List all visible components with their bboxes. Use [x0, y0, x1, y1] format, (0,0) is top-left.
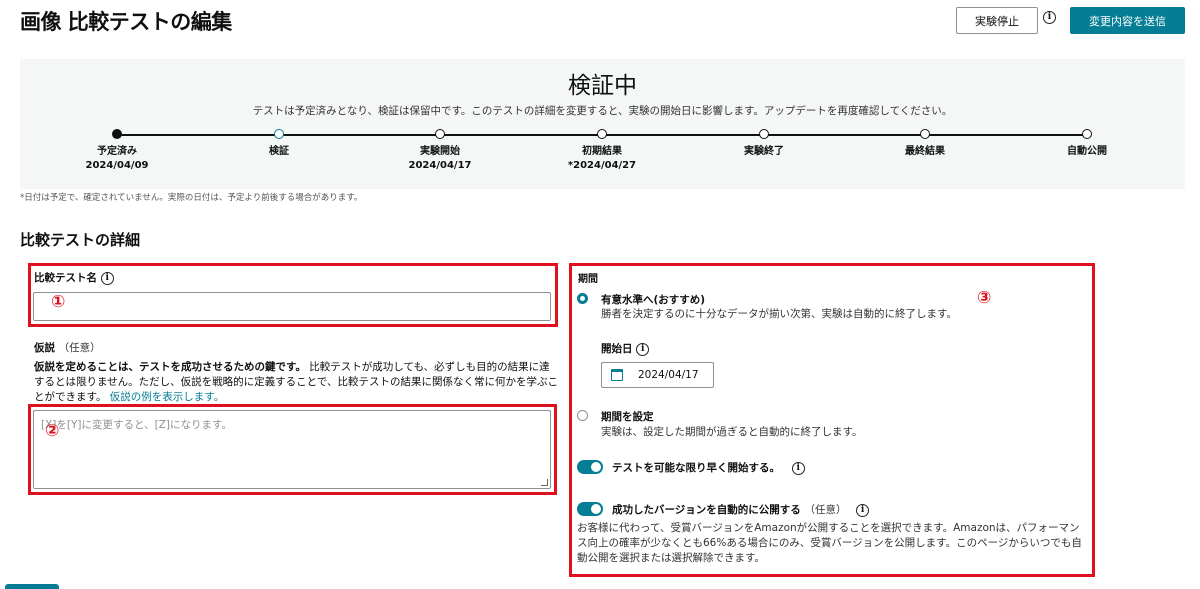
step-label: 初期結果 — [582, 146, 622, 157]
annotation-marker-1: ① — [51, 292, 66, 312]
start-date-value: 2024/04/17 — [638, 369, 699, 381]
toggle-auto-publish-text: 成功したバージョンを自動的に公開する — [612, 504, 801, 516]
test-name-label-text: 比較テスト名 — [34, 272, 97, 284]
optional-tag: （任意） — [58, 342, 101, 354]
test-name-label: 比較テスト名 i — [34, 270, 114, 285]
test-name-input[interactable] — [33, 292, 551, 321]
timeline-step-initial-results: 初期結果 *2024/04/27 — [542, 129, 662, 171]
annotation-marker-3: ③ — [977, 288, 992, 308]
step-date: 2024/04/17 — [408, 160, 472, 171]
hypothesis-label-text: 仮説 — [34, 342, 55, 354]
option-significance-title: 有意水準へ(おすすめ) — [601, 294, 706, 306]
radio-significance[interactable] — [577, 293, 588, 304]
date-footnote: *日付は予定で、確定されていません。実際の日付は、予定より前後する場合があります… — [20, 193, 363, 203]
optional-tag: （任意） — [804, 504, 847, 516]
timeline-step-scheduled: 予定済み 2024/04/09 — [57, 129, 177, 171]
hypothesis-examples-link[interactable]: 仮説の例を表示します。 — [110, 391, 224, 403]
timeline-dot — [920, 129, 930, 139]
timeline-step-start: 実験開始 2024/04/17 — [380, 129, 500, 171]
timeline-dot — [274, 129, 284, 139]
start-date-label: 開始日 i — [601, 341, 650, 356]
step-label: 検証 — [269, 146, 289, 157]
info-icon[interactable]: i — [636, 342, 650, 356]
status-message: テストは予定済みとなり、検証は保留中です。このテストの詳細を変更すると、実験の開… — [252, 105, 953, 117]
hypothesis-description: 仮説を定めることは、テストを成功させるための鍵です。 比較テストが成功しても、必… — [34, 360, 559, 405]
step-label: 実験終了 — [744, 146, 784, 157]
section-title: 比較テストの詳細 — [20, 231, 141, 249]
info-icon[interactable]: i — [856, 503, 870, 517]
option-duration-title: 期間を設定 — [601, 411, 654, 423]
step-label: 予定済み — [97, 146, 137, 157]
hypothesis-textarea[interactable]: [X]を[Y]に変更すると、[Z]になります。 — [33, 410, 551, 489]
duration-label: 期間 — [578, 274, 598, 285]
start-date-input[interactable]: 2024/04/17 — [601, 362, 714, 388]
status-panel: 検証中 テストは予定済みとなり、検証は保留中です。このテストの詳細を変更すると、… — [20, 59, 1185, 189]
timeline-dot — [1082, 129, 1092, 139]
step-label: 最終結果 — [905, 146, 945, 157]
submit-changes-button[interactable]: 変更内容を送信 — [1070, 7, 1185, 34]
page-title: 画像 比較テストの編集 — [20, 10, 232, 34]
timeline-dot — [112, 129, 122, 139]
option-significance-desc: 勝者を決定するのに十分なデータが揃い次第、実験は自動的に終了します。 — [601, 308, 957, 320]
info-icon[interactable]: i — [791, 461, 805, 475]
timeline-step-final-results: 最終結果 — [865, 129, 985, 160]
info-icon[interactable]: i — [1043, 11, 1056, 24]
radio-set-duration[interactable] — [577, 410, 588, 421]
toggle-start-asap-label: テストを可能な限り早く開始する。 i — [612, 460, 805, 475]
toggle-start-asap-text: テストを可能な限り早く開始する。 — [612, 462, 780, 474]
calendar-icon[interactable] — [611, 369, 623, 381]
timeline-dot — [435, 129, 445, 139]
timeline-step-end: 実験終了 — [704, 129, 824, 160]
toggle-start-asap[interactable] — [577, 460, 603, 474]
step-date: *2024/04/27 — [567, 160, 637, 171]
hypothesis-bold-text: 仮説を定めることは、テストを成功させるための鍵です。 — [34, 361, 306, 373]
timeline-dot — [759, 129, 769, 139]
annotation-marker-2: ② — [45, 421, 60, 441]
step-label: 自動公開 — [1067, 146, 1107, 157]
bottom-tab[interactable] — [5, 584, 59, 589]
start-date-label-text: 開始日 — [601, 343, 633, 355]
resize-handle[interactable] — [541, 479, 548, 486]
option-duration-desc: 実験は、設定した期間が過ぎると自動的に終了します。 — [601, 426, 863, 438]
auto-publish-description: お客様に代わって、受賞バージョンをAmazonが公開することを選択できます。Am… — [577, 522, 1082, 564]
toggle-auto-publish[interactable] — [577, 502, 603, 516]
timeline-step-validation: 検証 — [219, 129, 339, 160]
status-title: 検証中 — [568, 73, 637, 99]
hypothesis-placeholder: [X]を[Y]に変更すると、[Z]になります。 — [41, 419, 232, 431]
hypothesis-label: 仮説 （任意） — [34, 340, 101, 355]
step-date: 2024/04/09 — [85, 160, 149, 171]
timeline-dot — [597, 129, 607, 139]
step-label: 実験開始 — [420, 146, 460, 157]
toggle-auto-publish-label: 成功したバージョンを自動的に公開する （任意） i — [612, 502, 870, 517]
stop-experiment-button[interactable]: 実験停止 — [956, 7, 1038, 34]
info-icon[interactable]: i — [100, 271, 114, 285]
timeline-step-auto-publish: 自動公開 — [1027, 129, 1147, 160]
